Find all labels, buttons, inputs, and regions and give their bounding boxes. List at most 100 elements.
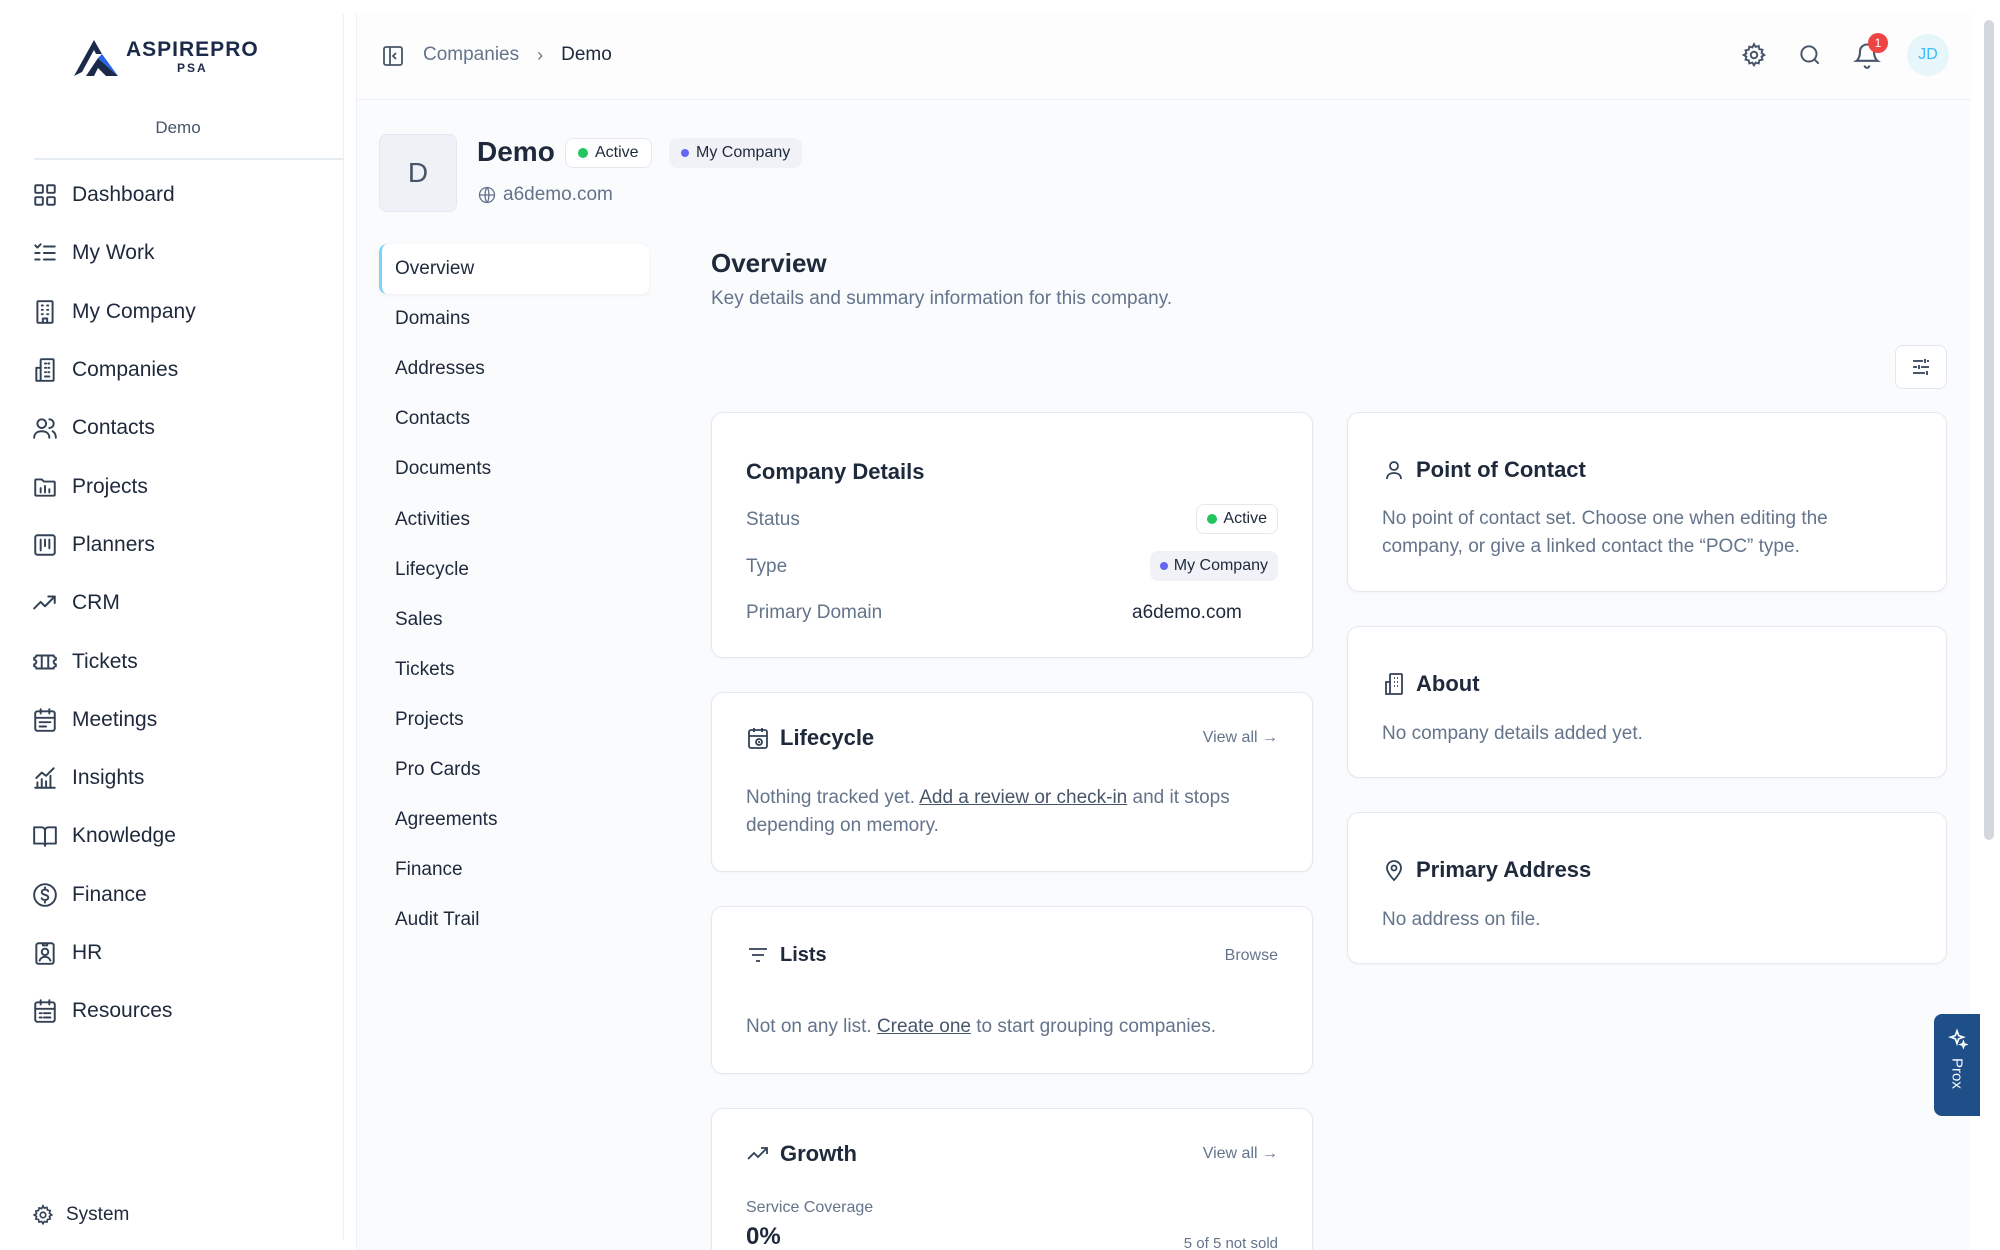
primary-domain-value: a6demo.com (1132, 602, 1242, 623)
card-title-text: Lifecycle (780, 725, 875, 750)
card-title: Point of Contact (1382, 457, 1586, 483)
customize-layout-button[interactable] (1895, 345, 1947, 389)
growth-card: Growth View all → Service Coverage 0% 5 … (711, 1108, 1313, 1250)
company-details-card: Company Details Status Active Type My Co… (711, 412, 1313, 658)
sidebar-item-finance[interactable]: Finance (32, 866, 196, 924)
sidebar-item-label: Knowledge (72, 824, 176, 848)
overview-subtitle: Key details and summary information for … (711, 288, 1173, 309)
tab-tickets[interactable]: Tickets (379, 645, 649, 695)
book-icon (33, 826, 57, 848)
sidebar-item-label: Dashboard (72, 183, 175, 207)
sidebar-item-dashboard[interactable]: Dashboard (32, 166, 196, 224)
text-part: Nothing tracked yet. (746, 787, 920, 808)
sidebar-item-label: Insights (72, 766, 145, 790)
sidebar-toggle-icon[interactable] (381, 44, 405, 68)
building-icon (36, 299, 54, 324)
sidebar-item-my-company[interactable]: My Company (32, 283, 196, 341)
prox-assistant-tab[interactable]: Prox (1934, 1014, 1980, 1116)
card-title: Lists (746, 943, 827, 967)
type-label: Type (746, 556, 788, 577)
settings-icon[interactable] (1741, 42, 1767, 68)
sidebar-item-meetings[interactable]: Meetings (32, 691, 196, 749)
tab-finance[interactable]: Finance (379, 845, 649, 895)
company-name: Demo (477, 136, 555, 167)
sidebar-item-label: My Company (72, 299, 196, 323)
sidebar-item-label: Companies (72, 358, 179, 382)
type-dot (1159, 562, 1168, 570)
tab-activities[interactable]: Activities (379, 494, 649, 544)
sidebar-item-companies[interactable]: Companies (32, 341, 196, 399)
lifecycle-card: Lifecycle View all → Nothing tracked yet… (711, 692, 1313, 872)
card-title-text: Lists (780, 943, 827, 966)
tab-pro-cards[interactable]: Pro Cards (379, 745, 649, 795)
card-title: Growth (746, 1141, 857, 1167)
breadcrumb-companies[interactable]: Companies (423, 44, 519, 66)
company-domain[interactable]: a6demo.com (477, 184, 613, 206)
user-avatar[interactable]: JD (1907, 34, 1949, 76)
dollar-icon (33, 882, 57, 907)
notifications-button[interactable]: 1 (1853, 33, 1888, 69)
tab-projects[interactable]: Projects (379, 695, 649, 745)
sidebar-item-planners[interactable]: Planners (32, 516, 196, 574)
user-icon (1386, 461, 1402, 480)
sidebar-item-insights[interactable]: Insights (32, 749, 196, 807)
service-coverage-label: Service Coverage (746, 1199, 874, 1216)
search-icon[interactable] (1797, 42, 1823, 68)
sidebar-item-contacts[interactable]: Contacts (32, 399, 196, 457)
sidebar-item-tickets[interactable]: Tickets (32, 632, 196, 690)
add-review-link[interactable]: Add a review or check-in (919, 787, 1127, 808)
tab-contacts[interactable]: Contacts (379, 394, 649, 444)
id-badge-icon (35, 942, 55, 965)
tab-documents[interactable]: Documents (379, 444, 649, 494)
logo-icon (74, 40, 118, 76)
system-link[interactable]: System (32, 1204, 129, 1226)
buildings-icon (1385, 673, 1403, 695)
type-badge: My Company (1149, 551, 1278, 581)
bar-chart-icon (34, 767, 56, 789)
status-badge-label: Active (595, 144, 639, 161)
sidebar-item-hr[interactable]: HR (32, 924, 196, 982)
lifecycle-view-all-link[interactable]: View all → (1203, 729, 1278, 747)
card-title: Primary Address (1382, 857, 1591, 883)
tab-addresses[interactable]: Addresses (379, 344, 649, 394)
text-part: Not on any list. (746, 1016, 877, 1037)
text-part: to start grouping companies. (970, 1016, 1216, 1037)
create-list-link[interactable]: Create one (877, 1016, 971, 1037)
service-coverage-note: 5 of 5 not sold (1183, 1235, 1278, 1250)
sidebar-item-crm[interactable]: CRM (32, 574, 196, 632)
type-dot (681, 149, 689, 157)
card-title: Lifecycle (746, 725, 874, 751)
page-scrollbar[interactable] (1984, 20, 1994, 840)
sidebar-item-my-work[interactable]: My Work (32, 224, 196, 282)
breadcrumb: Companies › Demo (423, 44, 612, 66)
tab-sales[interactable]: Sales (379, 595, 649, 645)
address-empty-text: No address on file. (1382, 909, 1541, 930)
calendar-list-icon (34, 999, 56, 1024)
tab-overview[interactable]: Overview (379, 244, 649, 295)
card-title-text: Point of Contact (1416, 457, 1586, 482)
notification-badge: 1 (1868, 33, 1888, 53)
brand-sub: PSA (177, 61, 208, 75)
folder-chart-icon (34, 478, 56, 497)
growth-view-all-link[interactable]: View all → (1203, 1145, 1278, 1163)
brand-name: ASPIREPRO (126, 38, 259, 61)
poc-empty-text: No point of contact set. Choose one when… (1382, 508, 1828, 557)
tab-lifecycle[interactable]: Lifecycle (379, 545, 649, 595)
sidebar-item-knowledge[interactable]: Knowledge (32, 807, 196, 865)
topbar-actions: 1 JD (1711, 33, 1949, 76)
tab-domains[interactable]: Domains (379, 294, 649, 344)
lists-empty-text: Not on any list. Create one to start gro… (746, 1013, 1278, 1041)
about-card: About No company details added yet. (1347, 626, 1947, 778)
tab-audit-trail[interactable]: Audit Trail (379, 895, 649, 945)
tab-agreements[interactable]: Agreements (379, 795, 649, 845)
lists-card: Lists Browse Not on any list. Create one… (711, 906, 1313, 1074)
calendar-icon (34, 708, 56, 732)
sidebar-item-label: Meetings (72, 707, 158, 731)
lists-browse-link[interactable]: Browse (1225, 947, 1278, 965)
sidebar-item-resources[interactable]: Resources (32, 982, 196, 1040)
main-content: Companies › Demo 1 JD D Demo Active My C… (356, 14, 1971, 1250)
sidebar-item-projects[interactable]: Projects (32, 457, 196, 515)
brand-logo[interactable]: ASPIREPRO PSA (72, 36, 259, 78)
sidebar-item-label: HR (72, 941, 103, 964)
calendar-clock-icon (748, 728, 768, 749)
